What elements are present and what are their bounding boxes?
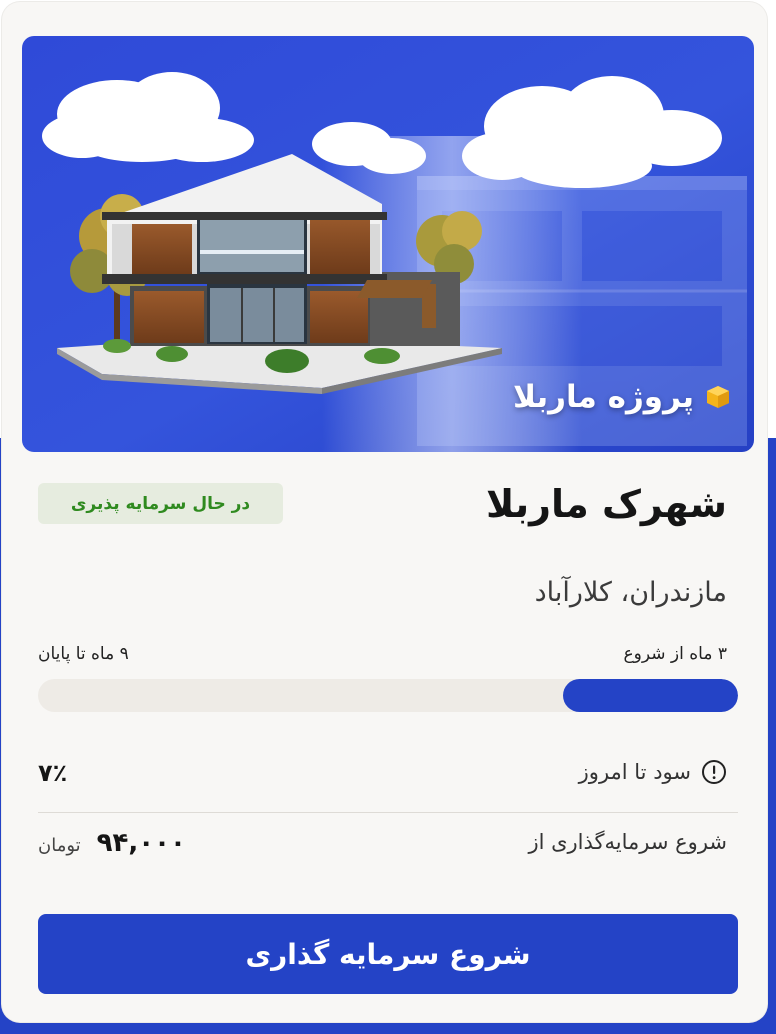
start-investment-button[interactable]: شروع سرمایه گذاری bbox=[38, 914, 738, 994]
profit-row-label: سود تا امروز bbox=[579, 759, 727, 785]
hero-project-label: پروژه ماربلا bbox=[513, 372, 732, 422]
box-icon bbox=[704, 383, 732, 411]
currency-unit: تومان bbox=[38, 835, 81, 856]
project-location: مازندران، کلارآباد bbox=[534, 577, 727, 608]
info-icon[interactable] bbox=[701, 759, 727, 785]
status-badge: در حال سرمایه پذیری bbox=[38, 483, 283, 524]
hero-label-text: پروژه ماربلا bbox=[513, 379, 694, 415]
progress-track bbox=[38, 679, 738, 712]
time-since-start: ۳ ماه از شروع bbox=[623, 644, 727, 664]
project-card[interactable]: پروژه ماربلا در حال سرمایه پذیری شهرک ما… bbox=[2, 2, 767, 1022]
divider bbox=[38, 812, 738, 813]
project-title: شهرک ماربلا bbox=[485, 482, 727, 526]
min-investment-price: تومان ۹۴,۰۰۰ bbox=[38, 828, 186, 858]
time-to-end: ۹ ماه تا پایان bbox=[38, 644, 129, 664]
progress-fill bbox=[563, 679, 738, 712]
profit-value: ۷٪ bbox=[38, 759, 68, 787]
profit-label-text: سود تا امروز bbox=[578, 760, 691, 784]
min-investment-amount: ۹۴,۰۰۰ bbox=[96, 828, 186, 858]
project-hero-image: پروژه ماربلا bbox=[22, 36, 754, 452]
min-investment-label: شروع سرمایه‌گذاری از bbox=[528, 830, 727, 854]
